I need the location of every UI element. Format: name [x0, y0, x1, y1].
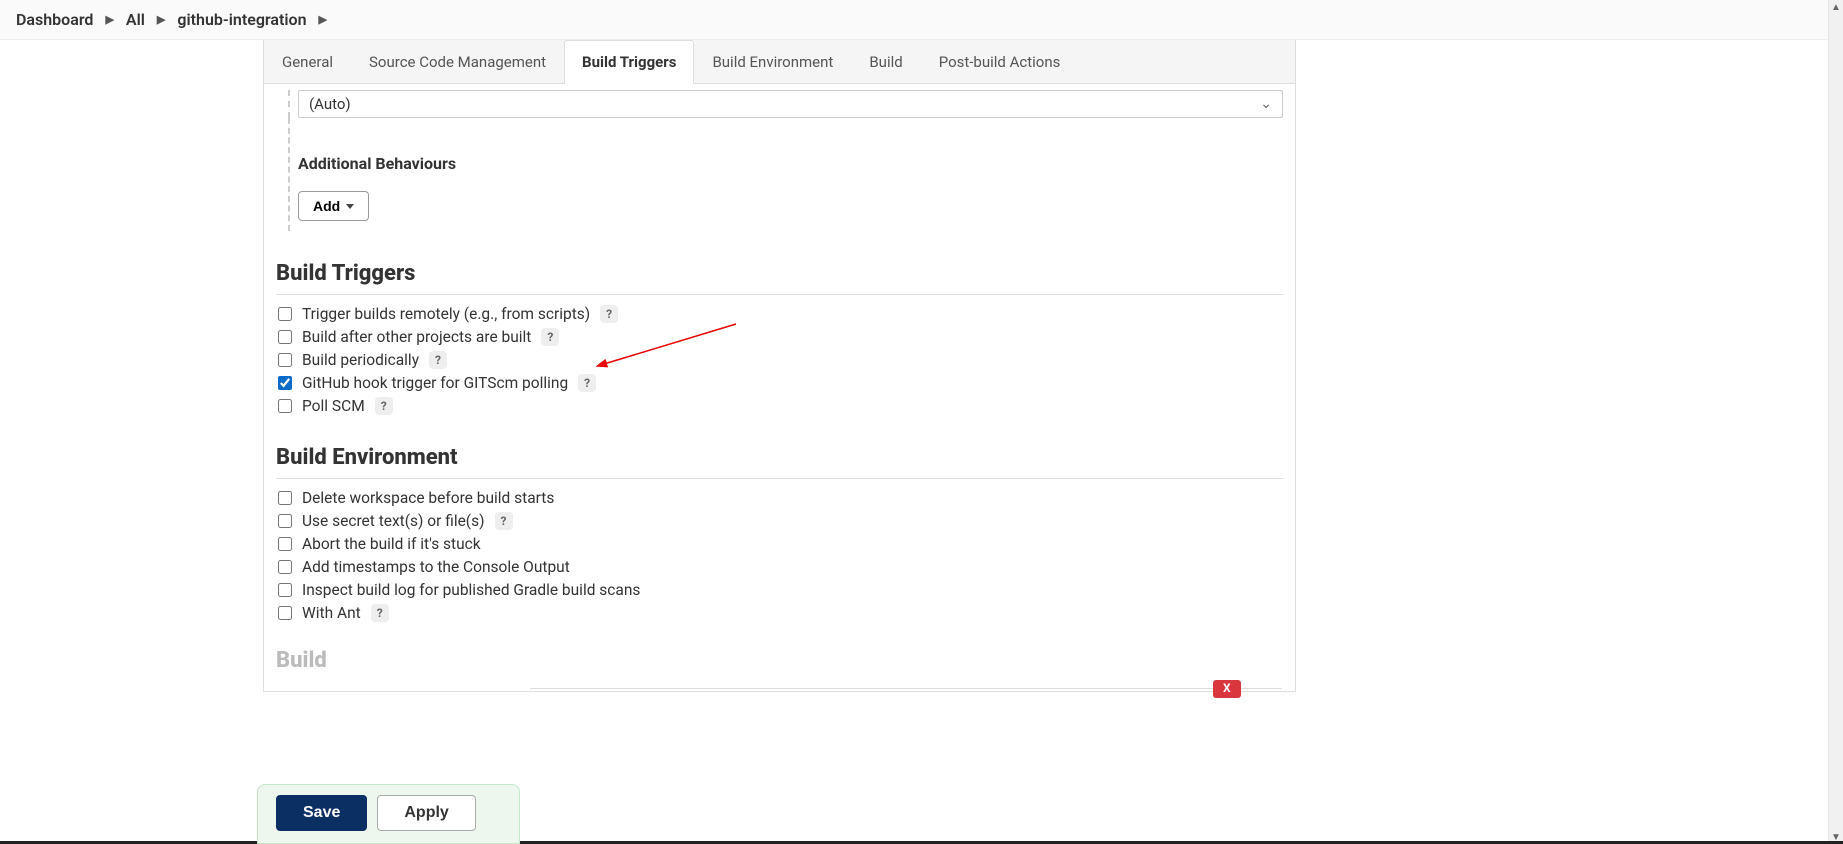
- scroll-up-icon[interactable]: ▲: [1829, 0, 1843, 14]
- tab-post-build[interactable]: Post-build Actions: [921, 40, 1079, 84]
- help-icon[interactable]: ?: [375, 397, 393, 415]
- trigger-checkbox[interactable]: [278, 330, 292, 344]
- chevron-down-icon: ⌄: [1260, 96, 1272, 112]
- divider: [530, 688, 1282, 689]
- config-tabs: General Source Code Management Build Tri…: [264, 40, 1295, 84]
- breadcrumb-dashboard[interactable]: Dashboard: [16, 10, 93, 29]
- help-icon[interactable]: ?: [600, 305, 618, 323]
- env-checkbox[interactable]: [278, 606, 292, 620]
- build-triggers-heading: Build Triggers: [276, 261, 1283, 286]
- breadcrumb: Dashboard ▶ All ▶ github-integration ▶: [0, 0, 1843, 40]
- chevron-right-icon: ▶: [105, 13, 113, 26]
- trigger-checkbox[interactable]: [278, 353, 292, 367]
- action-bar: Save Apply: [257, 784, 520, 844]
- env-checkbox[interactable]: [278, 560, 292, 574]
- env-label: Use secret text(s) or file(s): [302, 512, 485, 530]
- add-behaviour-label: Add: [313, 198, 340, 214]
- help-icon[interactable]: ?: [495, 512, 513, 530]
- breadcrumb-all[interactable]: All: [126, 10, 145, 29]
- trigger-label: Poll SCM: [302, 397, 365, 415]
- help-icon[interactable]: ?: [371, 604, 389, 622]
- tab-build[interactable]: Build: [851, 40, 920, 84]
- scrollbar[interactable]: ▲ ▼: [1828, 0, 1843, 844]
- env-option[interactable]: Abort the build if it's stuck: [276, 535, 1283, 553]
- trigger-checkbox[interactable]: [278, 399, 292, 413]
- trigger-label: Build after other projects are built: [302, 328, 531, 346]
- save-button[interactable]: Save: [276, 795, 367, 831]
- env-label: Inspect build log for published Gradle b…: [302, 581, 640, 599]
- env-label: Add timestamps to the Console Output: [302, 558, 570, 576]
- env-label: Delete workspace before build starts: [302, 489, 554, 507]
- trigger-option[interactable]: Poll SCM?: [276, 397, 1283, 415]
- breadcrumb-job[interactable]: github-integration: [177, 10, 306, 29]
- repository-browser-value: (Auto): [309, 95, 351, 113]
- help-icon[interactable]: ?: [578, 374, 596, 392]
- apply-button[interactable]: Apply: [377, 795, 475, 831]
- config-panel: General Source Code Management Build Tri…: [263, 40, 1296, 692]
- env-label: With Ant: [302, 604, 361, 622]
- env-checkbox[interactable]: [278, 537, 292, 551]
- trigger-option[interactable]: Build after other projects are built?: [276, 328, 1283, 346]
- env-checkbox[interactable]: [278, 514, 292, 528]
- trigger-checkbox[interactable]: [278, 376, 292, 390]
- close-button[interactable]: X: [1213, 680, 1241, 698]
- build-triggers-options: Trigger builds remotely (e.g., from scri…: [276, 305, 1283, 415]
- additional-behaviours-heading: Additional Behaviours: [298, 154, 1283, 173]
- env-option[interactable]: Inspect build log for published Gradle b…: [276, 581, 1283, 599]
- trigger-option[interactable]: Build periodically?: [276, 351, 1283, 369]
- help-icon[interactable]: ?: [541, 328, 559, 346]
- env-option[interactable]: With Ant?: [276, 604, 1283, 622]
- trigger-label: GitHub hook trigger for GITScm polling: [302, 374, 568, 392]
- trigger-option[interactable]: GitHub hook trigger for GITScm polling?: [276, 374, 1283, 392]
- tab-build-environment[interactable]: Build Environment: [694, 40, 851, 84]
- env-option[interactable]: Add timestamps to the Console Output: [276, 558, 1283, 576]
- trigger-label: Trigger builds remotely (e.g., from scri…: [302, 305, 590, 323]
- tab-general[interactable]: General: [264, 40, 351, 84]
- tab-build-triggers[interactable]: Build Triggers: [564, 40, 694, 84]
- trigger-label: Build periodically: [302, 351, 419, 369]
- build-environment-options: Delete workspace before build starts Use …: [276, 489, 1283, 622]
- add-behaviour-button[interactable]: Add: [298, 191, 369, 221]
- chevron-right-icon: ▶: [319, 13, 327, 26]
- env-option[interactable]: Use secret text(s) or file(s)?: [276, 512, 1283, 530]
- build-heading: Build: [276, 648, 1283, 673]
- caret-down-icon: [346, 204, 354, 209]
- env-checkbox[interactable]: [278, 583, 292, 597]
- repository-browser-select[interactable]: (Auto) ⌄: [298, 90, 1283, 118]
- help-icon[interactable]: ?: [429, 351, 447, 369]
- build-environment-heading: Build Environment: [276, 445, 1283, 470]
- env-checkbox[interactable]: [278, 491, 292, 505]
- tab-scm[interactable]: Source Code Management: [351, 40, 564, 84]
- trigger-option[interactable]: Trigger builds remotely (e.g., from scri…: [276, 305, 1283, 323]
- trigger-checkbox[interactable]: [278, 307, 292, 321]
- env-label: Abort the build if it's stuck: [302, 535, 481, 553]
- chevron-right-icon: ▶: [157, 13, 165, 26]
- env-option[interactable]: Delete workspace before build starts: [276, 489, 1283, 507]
